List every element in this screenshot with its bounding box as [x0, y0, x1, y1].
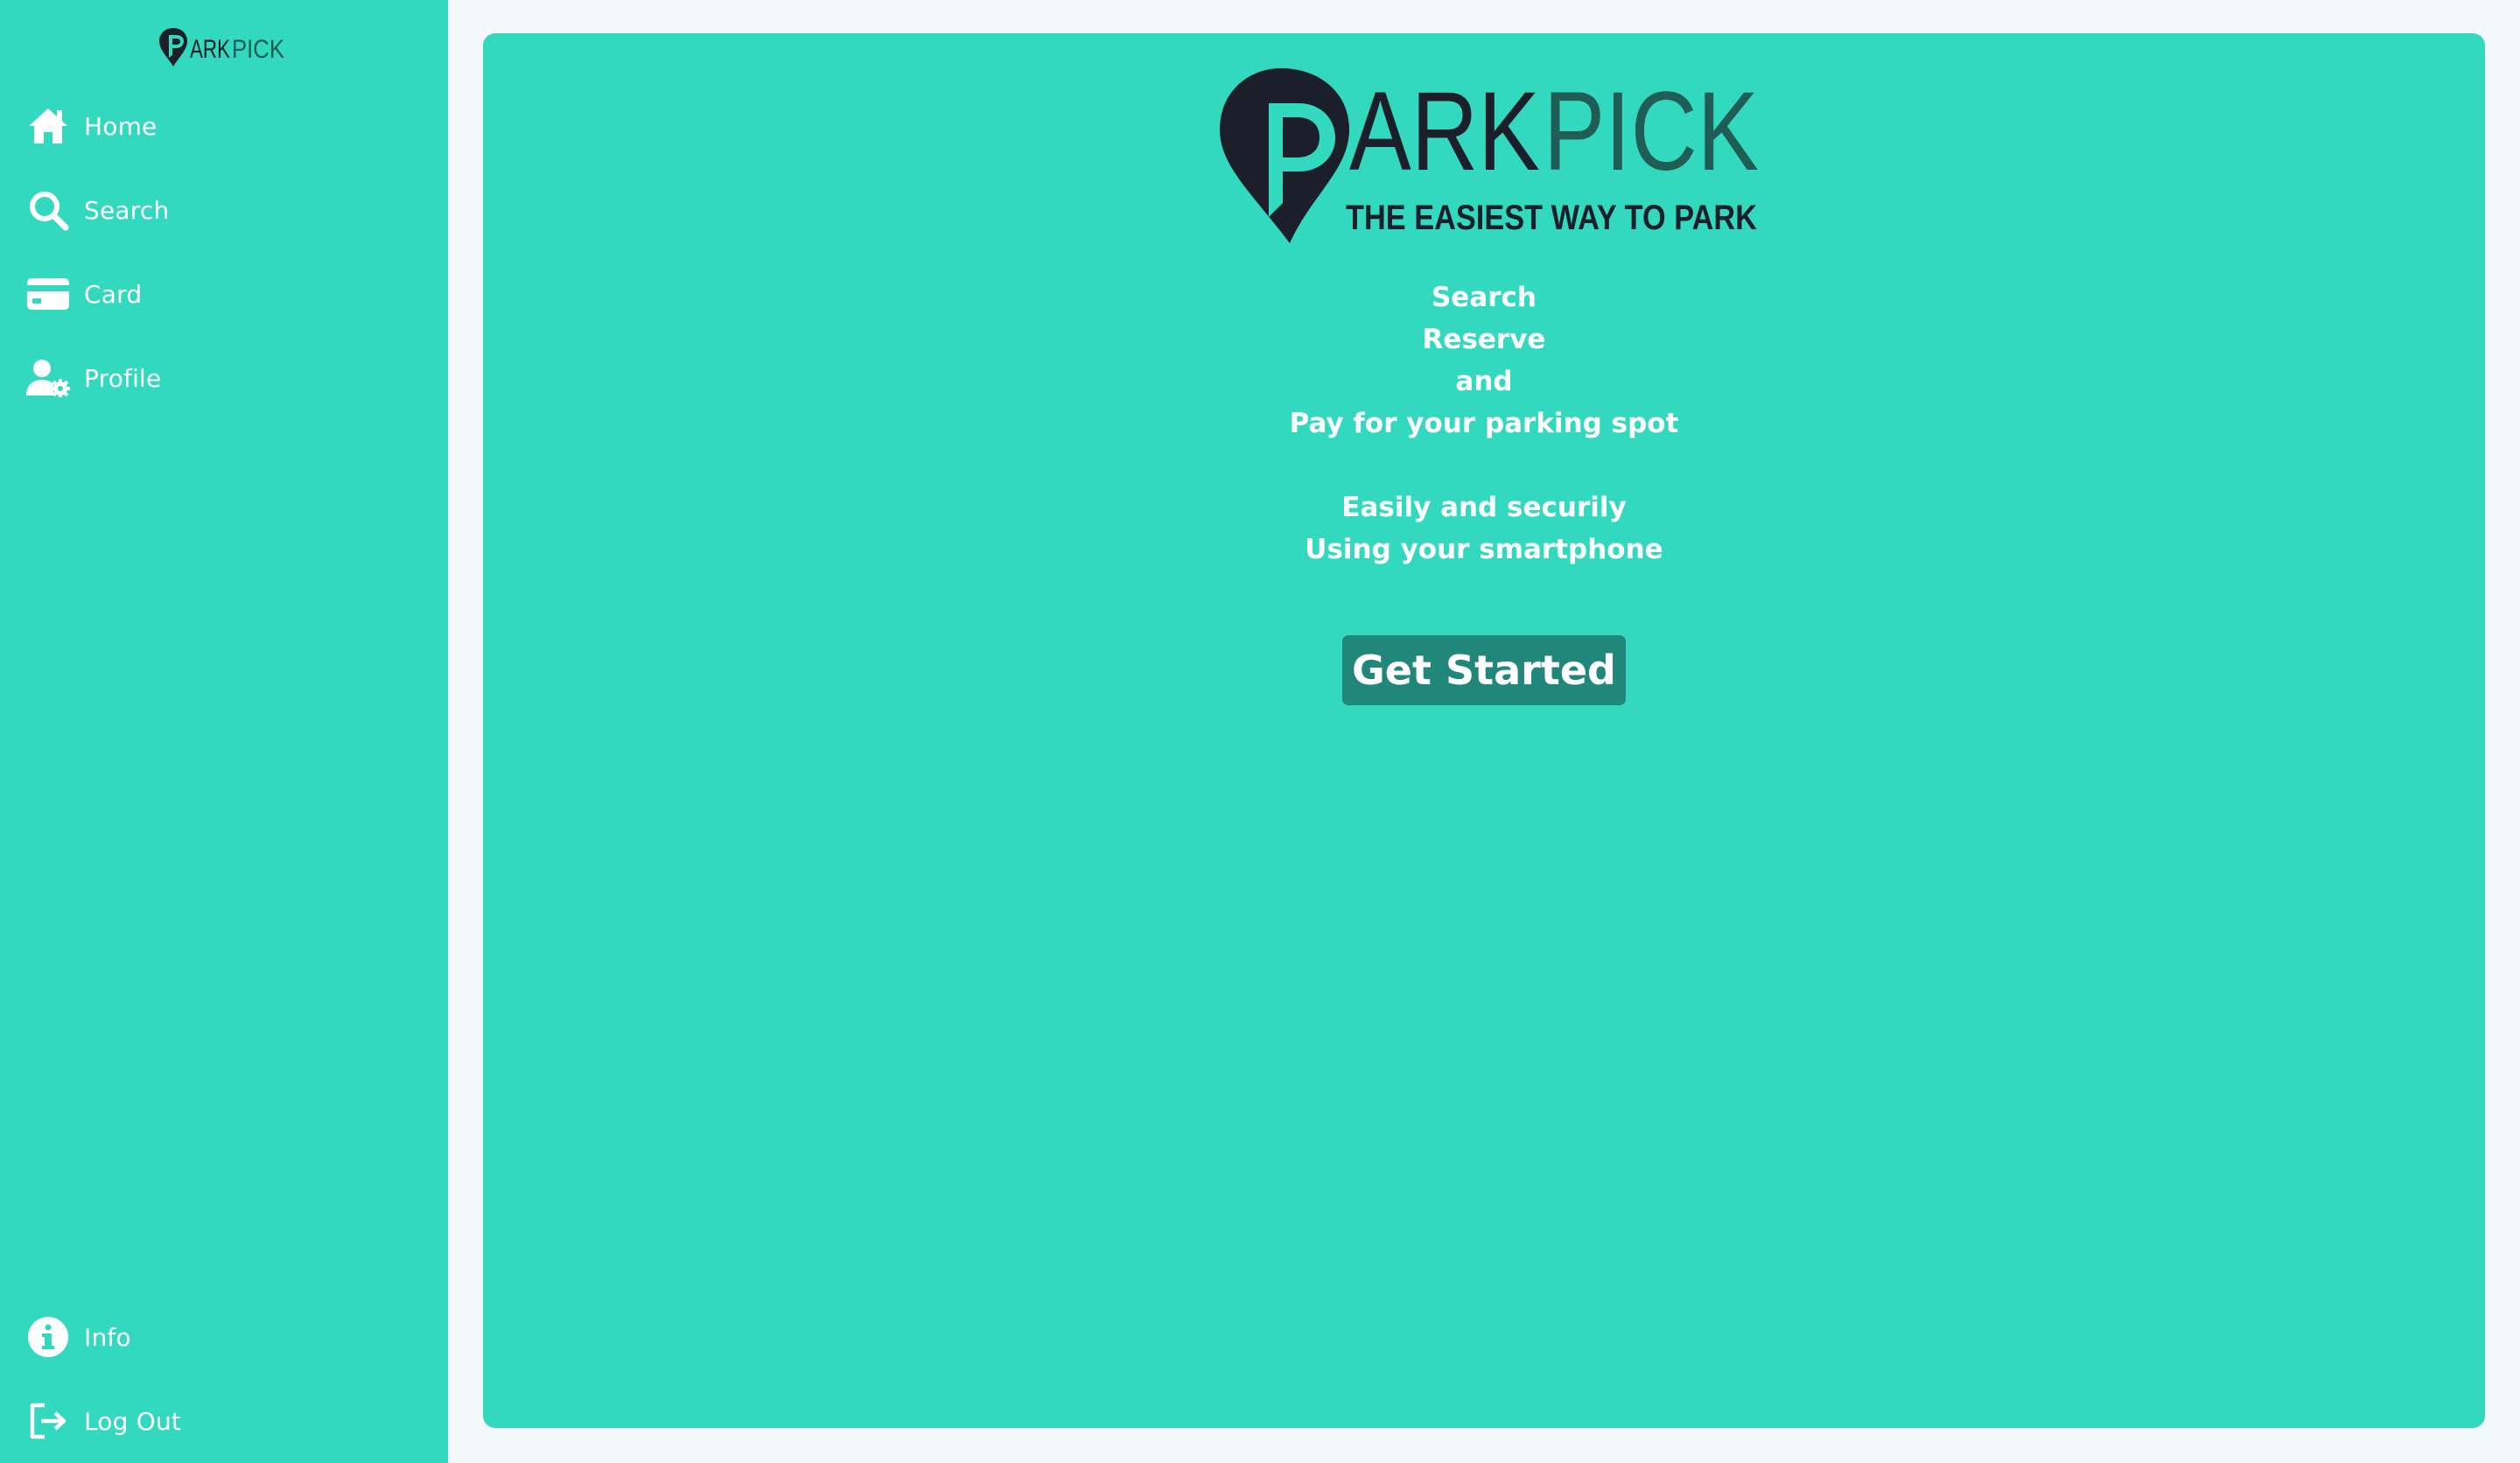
- svg-text:PICK: PICK: [1544, 69, 1759, 194]
- sidebar-item-card[interactable]: Card: [0, 252, 448, 336]
- tagline-line: Easily and securily: [1341, 492, 1627, 523]
- user-settings-icon: [26, 356, 70, 400]
- tagline-line: Pay for your parking spot: [1289, 408, 1679, 439]
- svg-text:ARK: ARK: [190, 35, 230, 64]
- sidebar-item-label: Info: [84, 1322, 131, 1352]
- sidebar-bottom-nav: Info Log Out: [0, 1295, 448, 1463]
- svg-text:ARK: ARK: [1349, 69, 1540, 194]
- home-card: ARK PICK THE EASIEST WAY TO PARK Search …: [483, 33, 2485, 1428]
- sidebar-item-info[interactable]: Info: [0, 1295, 448, 1379]
- sidebar-item-home[interactable]: Home: [0, 84, 448, 168]
- sidebar-item-label: Profile: [84, 363, 162, 393]
- home-icon: [26, 104, 70, 148]
- tagline-line: and: [1455, 366, 1513, 397]
- tagline-line: Using your smartphone: [1305, 534, 1663, 565]
- sidebar-item-label: Card: [84, 279, 143, 309]
- get-started-button[interactable]: Get Started: [1342, 635, 1626, 705]
- sidebar-item-logout[interactable]: Log Out: [0, 1379, 448, 1463]
- sidebar-item-profile[interactable]: Profile: [0, 336, 448, 420]
- svg-text:PICK: PICK: [232, 35, 284, 64]
- sidebar: ARK PICK Home Search Card Profile Info L…: [0, 0, 448, 1463]
- tagline-line: Search: [1431, 282, 1536, 313]
- sidebar-item-label: Log Out: [84, 1406, 182, 1436]
- parkpick-hero-logo: ARK PICK THE EASIEST WAY TO PARK: [1220, 68, 1759, 243]
- sidebar-item-search[interactable]: Search: [0, 168, 448, 252]
- svg-text:THE EASIEST WAY TO PARK: THE EASIEST WAY TO PARK: [1346, 199, 1757, 237]
- sidebar-nav: Home Search Card Profile: [0, 84, 448, 420]
- search-icon: [26, 188, 70, 232]
- tagline-line: Reserve: [1422, 324, 1546, 355]
- sidebar-item-label: Home: [84, 111, 158, 141]
- credit-card-icon: [26, 272, 70, 316]
- info-icon: [26, 1315, 70, 1359]
- logout-icon: [26, 1399, 70, 1443]
- tagline-spacer: [483, 444, 2485, 486]
- parkpick-logo[interactable]: ARK PICK: [158, 24, 289, 68]
- sidebar-item-label: Search: [84, 195, 170, 225]
- tagline: Search Reserve and Pay for your parking …: [483, 276, 2485, 570]
